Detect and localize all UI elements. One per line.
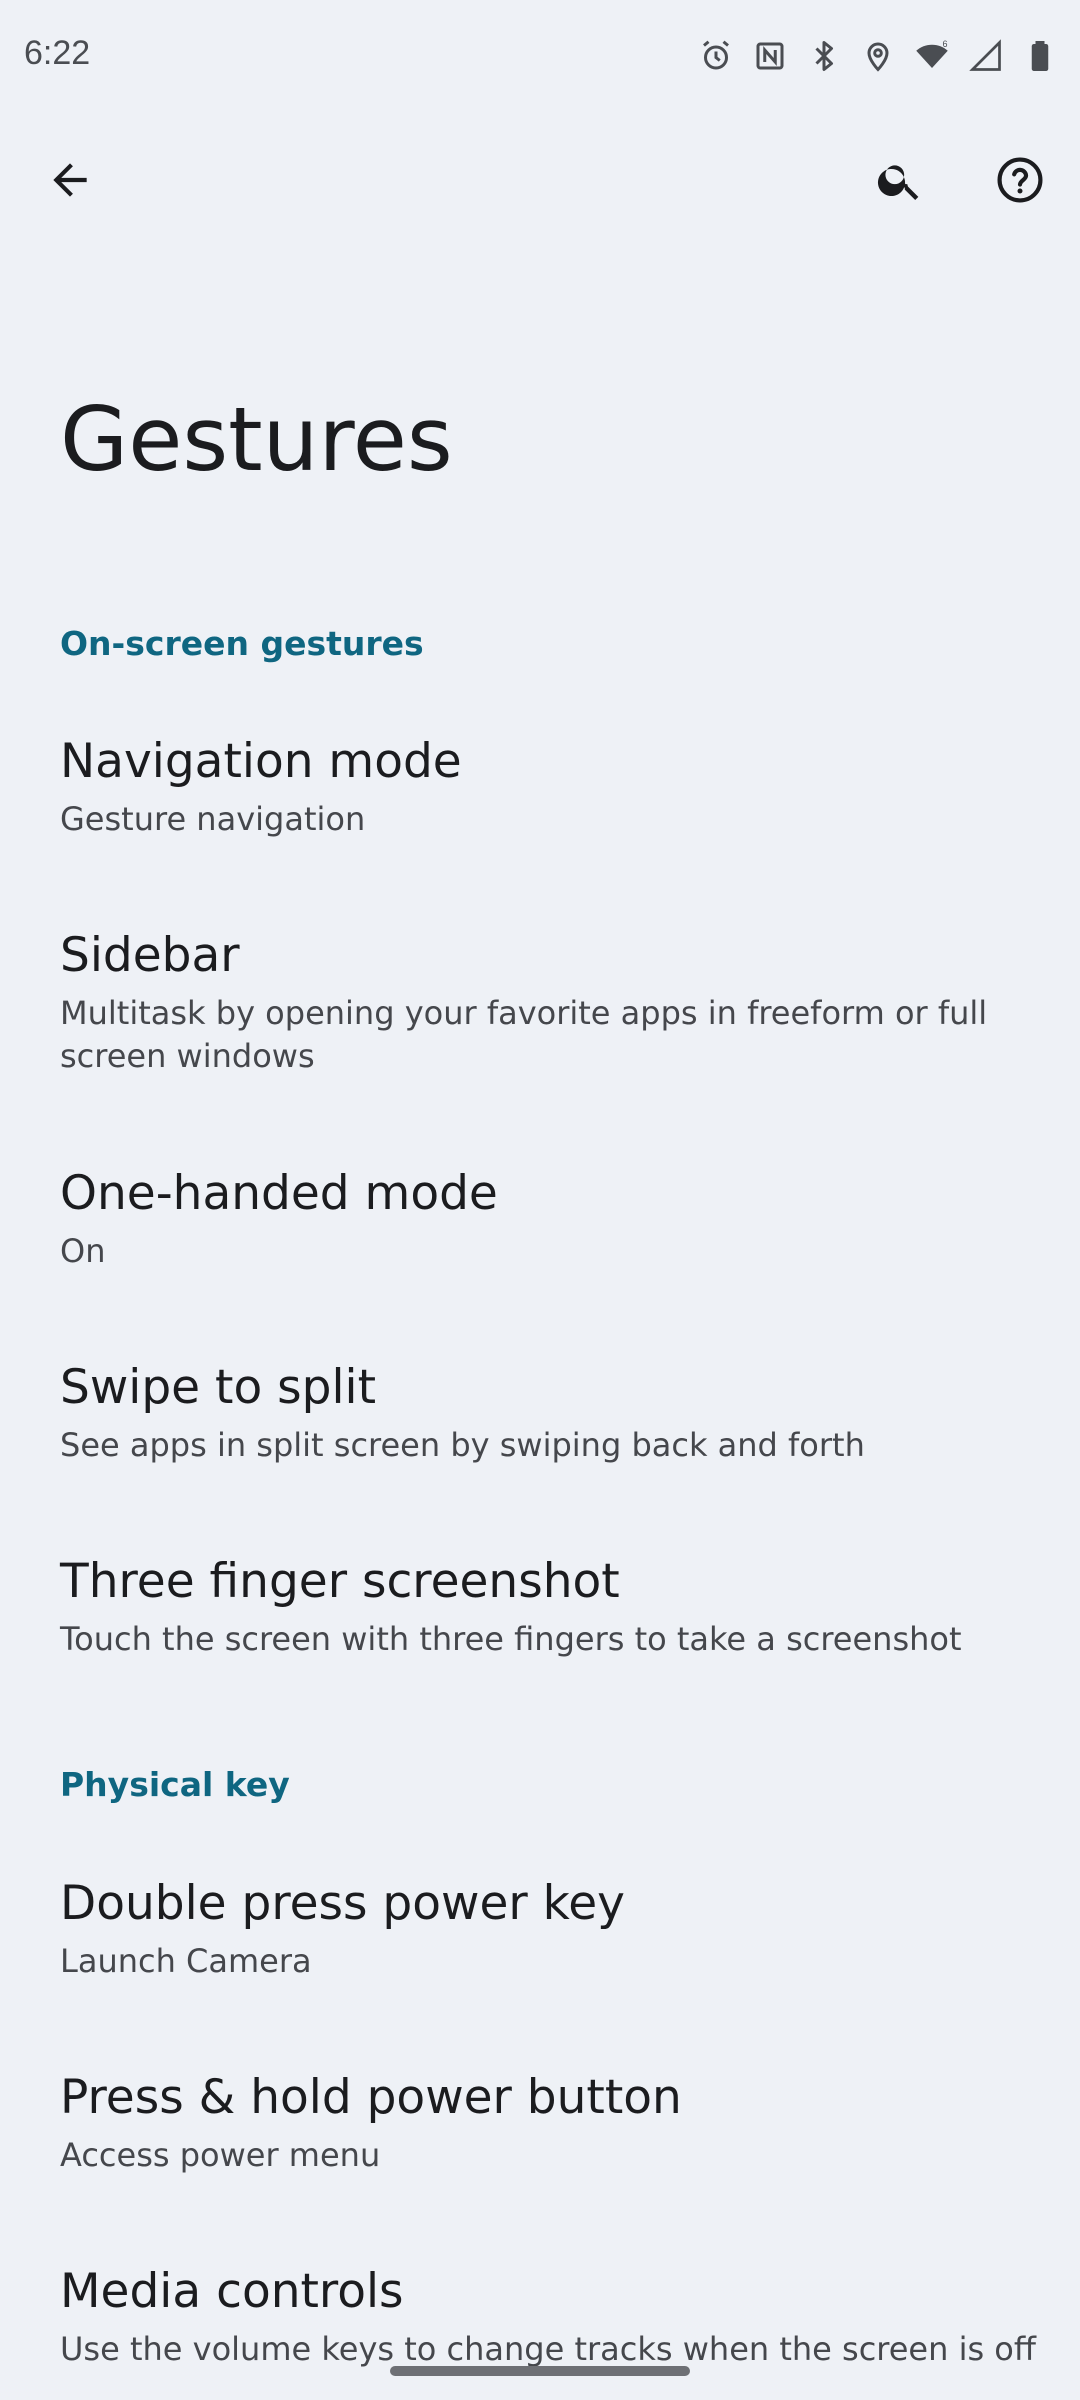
bluetooth-icon — [806, 38, 842, 74]
pref-title: Navigation mode — [60, 734, 462, 789]
pref-press-hold-power-button[interactable]: Press & hold power button Access power m… — [0, 2048, 1080, 2228]
back-button[interactable] — [22, 132, 118, 228]
help-icon — [997, 157, 1043, 203]
pref-media-controls[interactable]: Media controls Use the volume keys to ch… — [0, 2242, 1080, 2400]
pref-title: Sidebar — [60, 928, 240, 983]
status-icons: 6 — [698, 34, 1058, 78]
nfc-icon — [752, 38, 788, 74]
battery-icon — [1022, 38, 1058, 74]
wifi-icon: 6 — [914, 38, 950, 74]
pref-sidebar[interactable]: Sidebar Multitask by opening your favori… — [0, 906, 1080, 1126]
gesture-nav-handle[interactable] — [390, 2366, 690, 2376]
pref-title: Double press power key — [60, 1876, 625, 1931]
search-icon — [877, 165, 919, 200]
alarm-icon — [698, 38, 734, 74]
arrow-back-icon — [53, 163, 87, 197]
section-header-on-screen-gestures: On-screen gestures — [60, 624, 424, 663]
pref-summary: Multitask by opening your favorite apps … — [60, 994, 988, 1075]
pref-swipe-to-split[interactable]: Swipe to split See apps in split screen … — [0, 1338, 1080, 1518]
svg-text:6: 6 — [943, 39, 948, 49]
pref-summary: Launch Camera — [60, 1942, 312, 1980]
help-button[interactable] — [972, 132, 1068, 228]
location-icon — [860, 38, 896, 74]
pref-summary: Use the volume keys to change tracks whe… — [60, 2330, 1036, 2368]
pref-navigation-mode[interactable]: Navigation mode Gesture navigation — [0, 712, 1080, 892]
pref-title: Swipe to split — [60, 1360, 377, 1415]
app-bar — [0, 132, 1080, 232]
pref-title: Three finger screenshot — [60, 1554, 620, 1609]
pref-title: One-handed mode — [60, 1166, 498, 1221]
pref-summary: Access power menu — [60, 2136, 381, 2174]
pref-summary: See apps in split screen by swiping back… — [60, 1426, 865, 1464]
pref-three-finger-screenshot[interactable]: Three finger screenshot Touch the screen… — [0, 1532, 1080, 1712]
pref-title: Media controls — [60, 2264, 404, 2319]
section-header-physical-key: Physical key — [60, 1765, 290, 1804]
page-title: Gestures — [60, 388, 453, 491]
pref-one-handed-mode[interactable]: One-handed mode On — [0, 1144, 1080, 1324]
search-button[interactable] — [852, 132, 948, 228]
pref-title: Press & hold power button — [60, 2070, 682, 2125]
status-time: 6:22 — [24, 34, 91, 72]
pref-summary: On — [60, 1232, 106, 1270]
pref-double-press-power-key[interactable]: Double press power key Launch Camera — [0, 1854, 1080, 2034]
pref-summary: Gesture navigation — [60, 800, 366, 838]
signal-icon — [968, 38, 1004, 74]
status-bar: 6:22 6 — [0, 0, 1080, 112]
pref-summary: Touch the screen with three fingers to t… — [60, 1620, 962, 1658]
